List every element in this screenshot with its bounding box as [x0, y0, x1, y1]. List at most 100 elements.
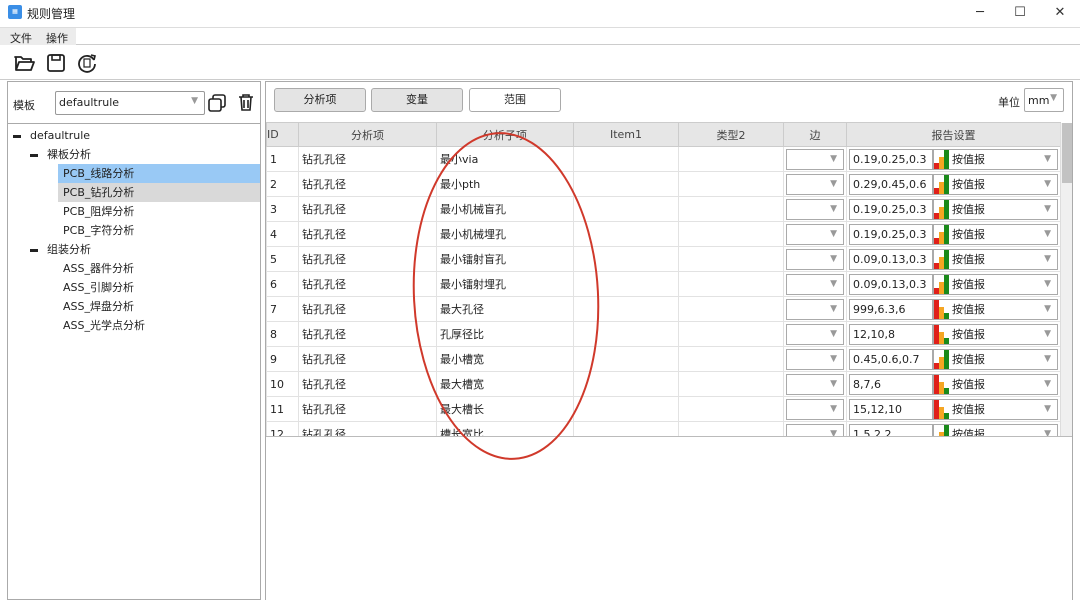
bars-descending-icon	[934, 299, 950, 319]
minimize-icon[interactable]: ─	[960, 2, 1000, 24]
table-row[interactable]: 2 钻孔孔径 最小pth ▼ 0.29,0.45,0.6 按值报 ▼	[266, 171, 1061, 197]
report-mode-select[interactable]: 按值报 ▼	[933, 373, 1058, 395]
bars-descending-icon	[934, 399, 950, 419]
table-row[interactable]: 6 钻孔孔径 最小镭射埋孔 ▼ 0.09,0.13,0.3 按值报 ▼	[266, 271, 1061, 297]
report-mode-select[interactable]: 按值报 ▼	[933, 198, 1058, 220]
table-row[interactable]: 9 钻孔孔径 最小槽宽 ▼ 0.45,0.6,0.7 按值报 ▼	[266, 346, 1061, 372]
table-row[interactable]: 4 钻孔孔径 最小机械埋孔 ▼ 0.19,0.25,0.3 按值报 ▼	[266, 221, 1061, 247]
column-header[interactable]: ID	[266, 122, 299, 147]
report-mode-select[interactable]: 按值报 ▼	[933, 173, 1058, 195]
table-row[interactable]: 8 钻孔孔径 孔厚径比 ▼ 12,10,8 按值报 ▼	[266, 321, 1061, 347]
side-select[interactable]: ▼	[786, 173, 844, 195]
tree-item[interactable]: PCB_字符分析	[58, 221, 260, 240]
chevron-down-icon: ▼	[1044, 178, 1051, 189]
id-cell: 2	[266, 171, 299, 197]
tab-range[interactable]: 范围	[469, 88, 561, 112]
tree-item-label: PCB_线路分析	[63, 167, 135, 180]
threshold-input[interactable]: 0.09,0.13,0.3	[849, 273, 933, 295]
threshold-input[interactable]: 0.29,0.45,0.6	[849, 173, 933, 195]
side-select[interactable]: ▼	[786, 273, 844, 295]
tab-analysis-items[interactable]: 分析项	[274, 88, 366, 112]
side-cell: ▼	[783, 371, 847, 397]
threshold-input[interactable]: 0.19,0.25,0.3	[849, 223, 933, 245]
chevron-down-icon: ▼	[830, 228, 837, 239]
tree-item[interactable]: ASS_焊盘分析	[58, 297, 260, 316]
menu-file[interactable]: 文件	[10, 30, 32, 46]
table-row[interactable]: 5 钻孔孔径 最小镭射盲孔 ▼ 0.09,0.13,0.3 按值报 ▼	[266, 246, 1061, 272]
column-header[interactable]: Item1	[573, 122, 679, 147]
report-mode-select[interactable]: 按值报 ▼	[933, 223, 1058, 245]
side-select[interactable]: ▼	[786, 223, 844, 245]
column-header[interactable]: 分析子项	[436, 122, 574, 147]
type2-cell	[678, 371, 784, 397]
column-header[interactable]: 类型2	[678, 122, 784, 147]
scrollbar-thumb[interactable]	[1062, 123, 1072, 183]
chevron-down-icon: ▼	[1044, 153, 1051, 164]
table-row[interactable]: 7 钻孔孔径 最大孔径 ▼ 999,6.3,6 按值报 ▼	[266, 296, 1061, 322]
vertical-scrollbar[interactable]	[1060, 123, 1072, 436]
tab-variables[interactable]: 变量	[371, 88, 463, 112]
report-mode-select[interactable]: 按值报 ▼	[933, 273, 1058, 295]
tree-item[interactable]: 裸板分析	[8, 145, 260, 164]
trash-icon[interactable]	[236, 92, 256, 112]
unit-value: mm	[1028, 94, 1050, 107]
tree-item[interactable]: ASS_器件分析	[58, 259, 260, 278]
table-row[interactable]: 11 钻孔孔径 最大槽长 ▼ 15,12,10 按值报 ▼	[266, 396, 1061, 422]
folder-open-icon[interactable]	[13, 52, 35, 74]
threshold-input[interactable]: 15,12,10	[849, 398, 933, 420]
report-mode-select[interactable]: 按值报 ▼	[933, 298, 1058, 320]
side-select[interactable]: ▼	[786, 148, 844, 170]
side-select[interactable]: ▼	[786, 398, 844, 420]
tree-item[interactable]: ASS_引脚分析	[58, 278, 260, 297]
tree-item[interactable]: 组装分析	[8, 240, 260, 259]
id-cell: 8	[266, 321, 299, 347]
threshold-input[interactable]: 999,6.3,6	[849, 298, 933, 320]
column-header[interactable]: 分析项	[298, 122, 437, 147]
close-icon[interactable]: ✕	[1040, 2, 1080, 24]
chevron-down-icon: ▼	[830, 278, 837, 289]
tree-item[interactable]: ASS_光学点分析	[58, 316, 260, 335]
table-row[interactable]: 3 钻孔孔径 最小机械盲孔 ▼ 0.19,0.25,0.3 按值报 ▼	[266, 196, 1061, 222]
copy-icon[interactable]	[207, 93, 227, 113]
report-mode-select[interactable]: 按值报 ▼	[933, 348, 1058, 370]
menu-operation[interactable]: 操作	[46, 30, 68, 46]
tree-item[interactable]: PCB_钻孔分析	[58, 183, 260, 202]
column-header[interactable]: 报告设置	[846, 122, 1061, 147]
unit-select[interactable]: mm ▼	[1024, 88, 1064, 112]
side-select[interactable]: ▼	[786, 348, 844, 370]
tree-item[interactable]: PCB_线路分析	[58, 164, 260, 183]
bars-ascending-icon	[934, 174, 950, 194]
report-mode-select[interactable]: 按值报 ▼	[933, 398, 1058, 420]
threshold-input[interactable]: 0.09,0.13,0.3	[849, 248, 933, 270]
threshold-input[interactable]: 12,10,8	[849, 323, 933, 345]
template-select[interactable]: defaultrule ▼	[55, 91, 205, 115]
collapse-icon[interactable]	[13, 134, 21, 138]
report-mode-select[interactable]: 按值报 ▼	[933, 248, 1058, 270]
tree-item[interactable]: PCB_阻焊分析	[58, 202, 260, 221]
save-icon[interactable]	[45, 52, 67, 74]
maximize-icon[interactable]: ☐	[1000, 2, 1040, 24]
side-select[interactable]: ▼	[786, 248, 844, 270]
threshold-input[interactable]: 0.19,0.25,0.3	[849, 198, 933, 220]
report-mode-select[interactable]: 按值报 ▼	[933, 323, 1058, 345]
side-select[interactable]: ▼	[786, 298, 844, 320]
table-row[interactable]: 10 钻孔孔径 最大槽宽 ▼ 8,7,6 按值报 ▼	[266, 371, 1061, 397]
report-mode-select[interactable]: 按值报 ▼	[933, 148, 1058, 170]
tree-item[interactable]: defaultrule	[8, 126, 260, 145]
threshold-input[interactable]: 0.19,0.25,0.3	[849, 148, 933, 170]
side-select[interactable]: ▼	[786, 373, 844, 395]
side-cell: ▼	[783, 296, 847, 322]
chevron-down-icon: ▼	[1044, 228, 1051, 239]
type2-cell	[678, 296, 784, 322]
side-select[interactable]: ▼	[786, 323, 844, 345]
threshold-input[interactable]: 0.45,0.6,0.7	[849, 348, 933, 370]
column-header[interactable]: 边	[783, 122, 847, 147]
sub-item-cell: 最大槽长	[436, 396, 574, 422]
threshold-input[interactable]: 8,7,6	[849, 373, 933, 395]
table-row[interactable]: 1 钻孔孔径 最小via ▼ 0.19,0.25,0.3 按值报 ▼	[266, 146, 1061, 172]
collapse-icon[interactable]	[30, 248, 38, 252]
side-select[interactable]: ▼	[786, 198, 844, 220]
collapse-icon[interactable]	[30, 153, 38, 157]
refresh-icon[interactable]	[76, 52, 98, 74]
item1-cell	[573, 221, 679, 247]
